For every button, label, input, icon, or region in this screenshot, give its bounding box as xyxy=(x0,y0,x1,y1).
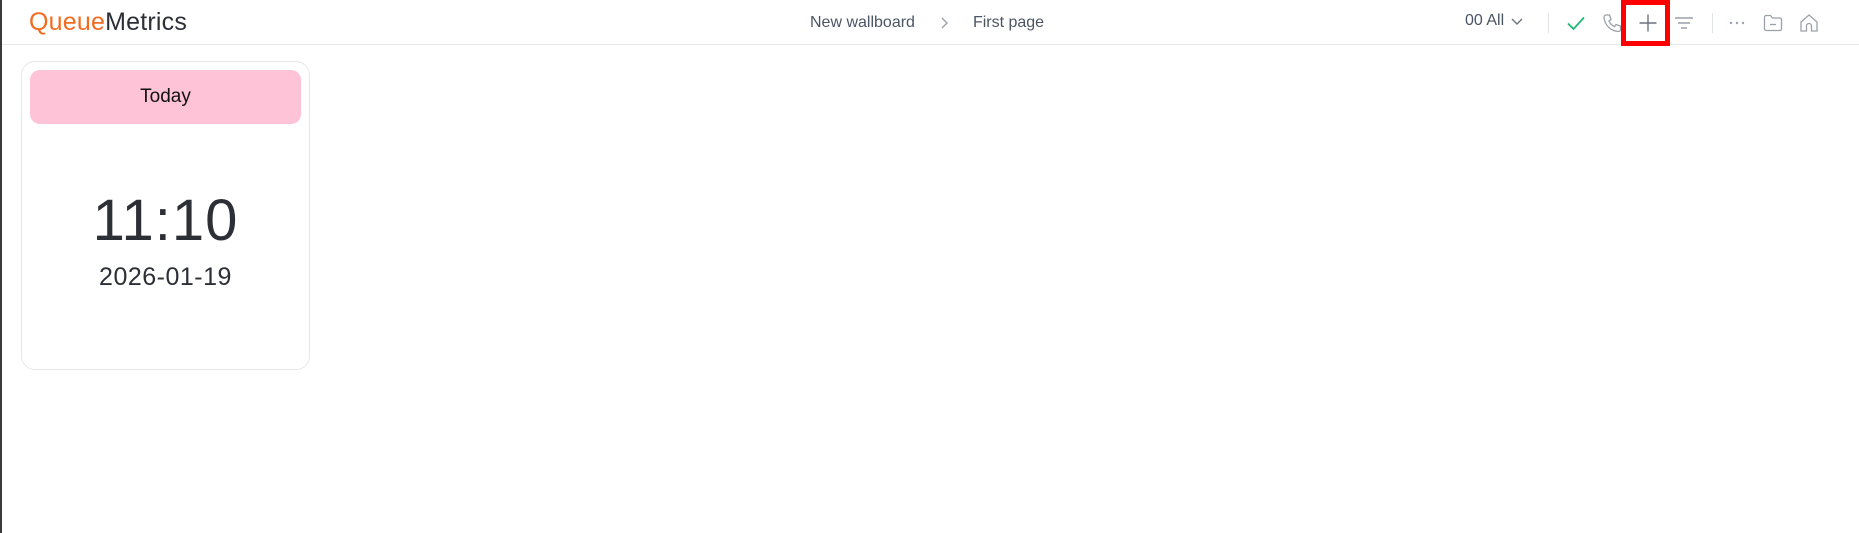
breadcrumb-page[interactable]: First page xyxy=(973,14,1044,32)
clock-date: 2026-01-19 xyxy=(99,263,232,291)
clock-time: 11:10 xyxy=(92,188,239,253)
window-edge xyxy=(0,0,2,533)
breadcrumb-wallboard[interactable]: New wallboard xyxy=(810,14,915,32)
logo-queue-text: Queue xyxy=(29,8,106,36)
plus-icon[interactable] xyxy=(1635,10,1661,36)
clock-widget[interactable]: Today 11:10 2026-01-19 xyxy=(21,61,310,370)
toolbar-divider xyxy=(1712,13,1713,33)
breadcrumb: New wallboard First page xyxy=(810,12,1044,34)
queue-selector-label: 00 All xyxy=(1465,12,1505,29)
more-icon[interactable] xyxy=(1724,10,1750,36)
app-logo[interactable]: QueueMetrics xyxy=(29,8,187,37)
toolbar-divider xyxy=(1548,13,1549,33)
chevron-right-icon xyxy=(937,16,951,30)
filter-icon[interactable] xyxy=(1671,10,1697,36)
home-icon[interactable] xyxy=(1796,10,1822,36)
check-icon[interactable] xyxy=(1563,10,1589,36)
widget-header: Today xyxy=(30,70,301,124)
chevron-down-icon xyxy=(1511,18,1523,25)
top-bar: QueueMetrics New wallboard First page 00… xyxy=(2,0,1859,45)
queue-selector[interactable]: 00 All xyxy=(1465,12,1524,30)
folder-icon[interactable] xyxy=(1760,10,1786,36)
logo-metrics-text: Metrics xyxy=(105,8,188,36)
phone-icon[interactable] xyxy=(1599,10,1625,36)
